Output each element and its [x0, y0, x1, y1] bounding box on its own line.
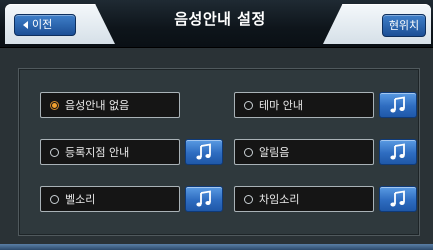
registered-point-sound-button[interactable]	[185, 139, 223, 165]
back-button[interactable]: 이전	[14, 14, 76, 36]
radio-icon	[244, 194, 253, 204]
option-label: 음성안내 없음	[65, 99, 130, 112]
music-note-icon	[390, 96, 405, 113]
radio-icon	[244, 147, 253, 157]
option-theme-guide[interactable]: 테마 안내	[234, 92, 374, 118]
option-no-voice-guide[interactable]: 음성안내 없음	[40, 92, 180, 118]
option-label: 테마 안내	[259, 99, 303, 112]
option-label: 알림음	[259, 146, 290, 159]
bottom-strip	[0, 244, 433, 250]
option-registered-point-guide[interactable]: 등록지점 안내	[40, 139, 180, 165]
theme-guide-sound-button[interactable]	[379, 92, 417, 118]
option-label: 벨소리	[65, 193, 96, 206]
music-note-icon	[196, 143, 211, 160]
music-note-icon	[390, 190, 405, 207]
back-button-label: 이전	[32, 18, 53, 31]
title-bar: 이전 음성안내 설정 현위치	[0, 0, 433, 48]
radio-selected-icon	[50, 100, 59, 110]
music-note-icon	[390, 143, 405, 160]
music-note-icon	[196, 190, 211, 207]
option-ringtone[interactable]: 벨소리	[40, 186, 180, 212]
radio-icon	[50, 147, 59, 157]
option-chime-sound[interactable]: 차임소리	[234, 186, 374, 212]
page-title: 음성안내 설정	[174, 10, 266, 28]
option-alert-sound[interactable]: 알림음	[234, 139, 374, 165]
triangle-left-icon	[23, 21, 28, 29]
current-location-button[interactable]: 현위치	[382, 14, 426, 37]
options-panel: 음성안내 없음 테마 안내 등록지점 안내 알림음 벨소리 차임소리	[18, 68, 420, 236]
radio-icon	[244, 100, 253, 110]
option-label: 차임소리	[259, 193, 300, 206]
ringtone-sound-button[interactable]	[185, 186, 223, 212]
alert-sound-button[interactable]	[379, 139, 417, 165]
option-label: 등록지점 안내	[65, 146, 130, 159]
chime-sound-button[interactable]	[379, 186, 417, 212]
radio-icon	[50, 194, 59, 204]
